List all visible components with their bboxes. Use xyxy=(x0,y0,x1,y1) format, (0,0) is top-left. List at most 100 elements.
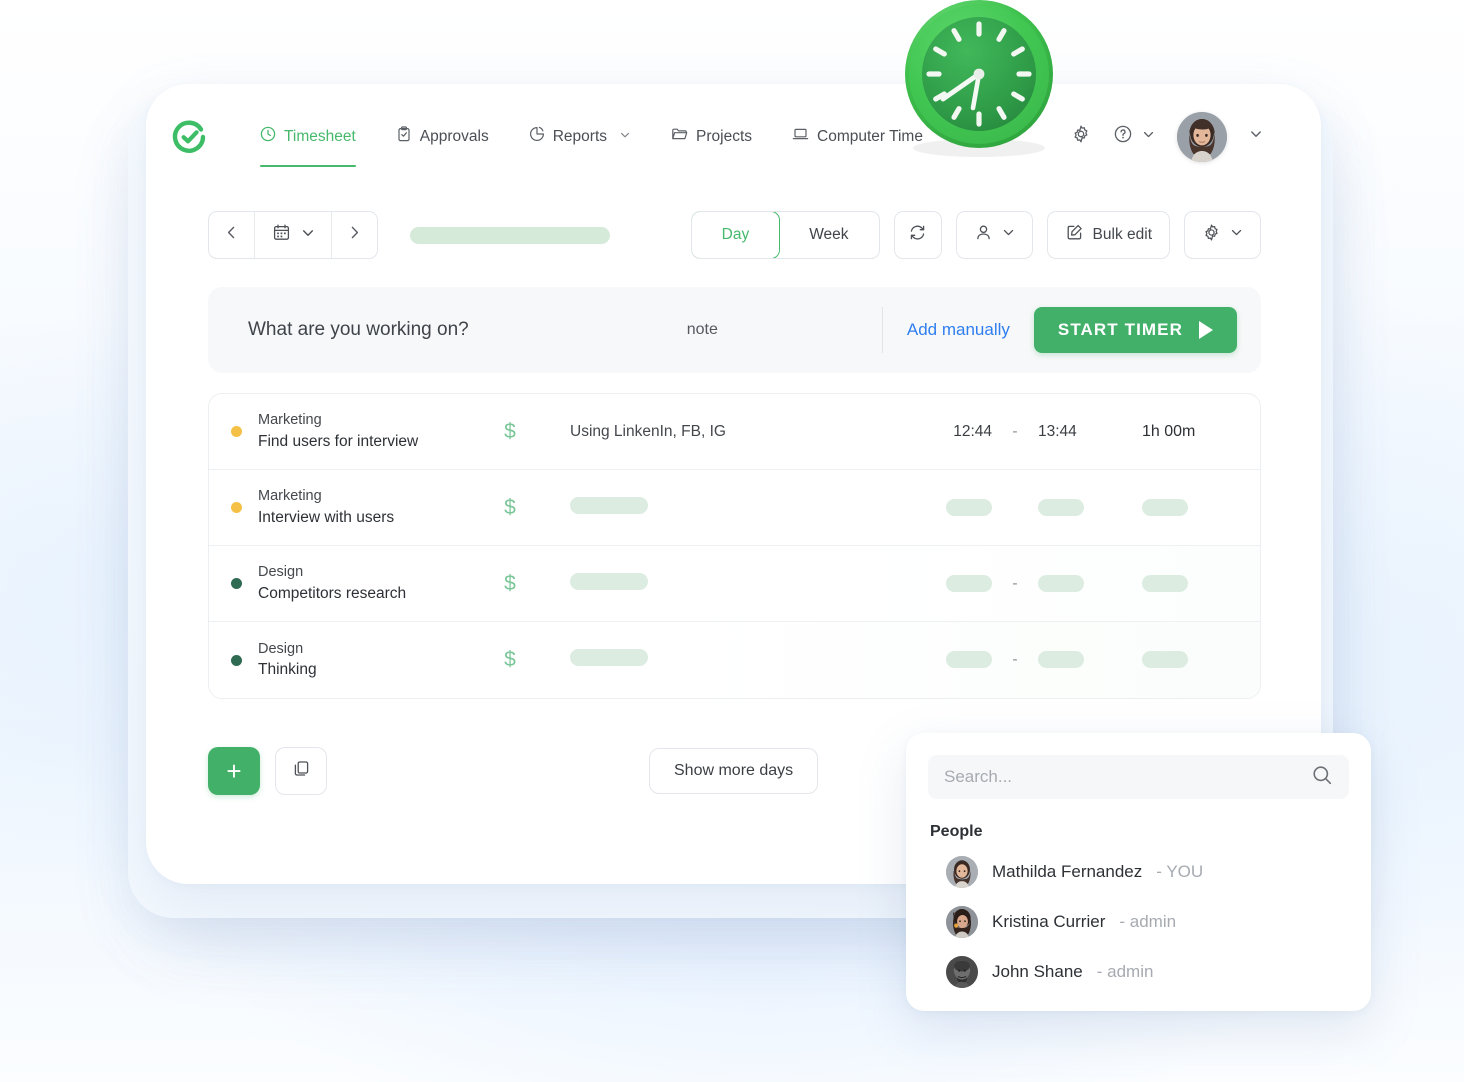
refresh-button[interactable] xyxy=(893,211,942,259)
table-row[interactable]: Design Thinking $ - xyxy=(209,622,1260,698)
bulk-edit-button[interactable]: Bulk edit xyxy=(1046,211,1170,259)
time-dash: - xyxy=(1012,651,1018,668)
table-row[interactable]: Marketing Interview with users $ xyxy=(209,470,1260,546)
nav-label: Reports xyxy=(552,127,608,145)
date-toolbar: Day Week Bulk edit xyxy=(146,211,1321,259)
person-icon xyxy=(974,223,993,247)
search-box[interactable] xyxy=(928,755,1349,799)
person-name: John Shane xyxy=(992,962,1083,981)
help-button[interactable] xyxy=(1113,124,1155,149)
green-wall-clock-icon xyxy=(888,0,1070,158)
task-description-input[interactable]: What are you working on? xyxy=(248,319,469,341)
entry-note-placeholder xyxy=(570,572,900,595)
skeleton-bar xyxy=(1038,574,1084,592)
skeleton-bar xyxy=(1142,651,1188,669)
entry-note-placeholder xyxy=(570,649,900,671)
laptop-icon xyxy=(792,126,809,147)
nav-item-reports[interactable]: Reports xyxy=(509,84,651,189)
show-more-days-button[interactable]: Show more days xyxy=(649,748,819,794)
skeleton-bar xyxy=(946,574,992,592)
project-name: Marketing xyxy=(258,412,322,429)
section-title: People xyxy=(930,823,983,840)
dollar-icon[interactable]: $ xyxy=(488,572,532,596)
skeleton-bar xyxy=(570,572,648,590)
folder-icon xyxy=(671,126,688,147)
chevron-right-icon xyxy=(346,224,363,246)
edit-square-icon xyxy=(1065,223,1084,247)
dollar-icon[interactable]: $ xyxy=(488,648,532,672)
user-filter-button[interactable] xyxy=(955,211,1033,259)
refresh-icon xyxy=(908,223,927,247)
chevron-down-icon xyxy=(1002,226,1015,244)
entry-labels: Marketing Interview with users xyxy=(258,486,488,529)
pie-chart-icon xyxy=(529,126,545,147)
chevron-down-icon xyxy=(619,128,631,146)
list-item[interactable]: Kristina Currier - admin xyxy=(928,897,1349,947)
view-mode-switch: Day Week xyxy=(690,211,880,259)
time-dash: - xyxy=(1012,574,1018,592)
table-row[interactable]: Marketing Find users for interview $ Usi… xyxy=(209,394,1260,470)
nav-item-projects[interactable]: Projects xyxy=(651,84,772,189)
dollar-icon[interactable]: $ xyxy=(488,496,532,520)
duration[interactable]: 1h 00m xyxy=(1110,423,1260,441)
entry-time-range xyxy=(920,498,1260,517)
skeleton-bar xyxy=(570,496,648,514)
start-timer-label: START TIMER xyxy=(1057,320,1183,339)
add-entry-button[interactable]: + xyxy=(208,747,260,795)
search-icon[interactable] xyxy=(1311,764,1333,791)
clipboard-check-icon xyxy=(396,126,412,147)
top-navigation: Timesheet Approvals Reports Projects Com… xyxy=(146,84,1321,189)
copy-icon xyxy=(292,759,311,783)
calendar-icon xyxy=(272,223,291,247)
table-row[interactable]: Design Competitors research $ - xyxy=(209,546,1260,622)
time-dash: - xyxy=(1012,422,1018,440)
start-time[interactable]: 12:44 xyxy=(920,423,992,441)
list-item[interactable]: John Shane - admin xyxy=(928,947,1349,997)
add-manually-link[interactable]: Add manually xyxy=(883,320,1034,340)
entry-time-range: - xyxy=(920,575,1260,593)
duplicate-button[interactable] xyxy=(275,747,327,795)
next-day-button[interactable] xyxy=(332,212,377,258)
person-role: - admin xyxy=(1096,962,1154,981)
date-picker-button[interactable] xyxy=(254,212,332,258)
nav-item-timesheet[interactable]: Timesheet xyxy=(250,84,376,189)
project-color-dot xyxy=(231,578,242,589)
view-day-button[interactable]: Day xyxy=(691,212,781,258)
app-logo[interactable] xyxy=(170,117,210,157)
project-name: Design xyxy=(258,564,304,581)
avatar xyxy=(946,956,978,988)
dollar-icon[interactable]: $ xyxy=(488,420,532,444)
profile-menu[interactable] xyxy=(1177,111,1263,162)
list-item[interactable]: Mathilda Fernandez - YOU xyxy=(928,847,1349,897)
entry-note[interactable]: Using LinkenIn, FB, IG xyxy=(570,423,900,441)
view-week-button[interactable]: Week xyxy=(779,212,878,258)
task-name: Interview with users xyxy=(258,508,395,526)
avatar xyxy=(1177,111,1227,162)
bulk-edit-label: Bulk edit xyxy=(1092,226,1152,243)
search-input[interactable] xyxy=(944,767,1311,787)
person-name: Mathilda Fernandez xyxy=(992,862,1143,881)
skeleton-bar xyxy=(1142,498,1188,516)
settings-button[interactable] xyxy=(1071,124,1091,149)
skeleton-bar xyxy=(1142,574,1188,592)
end-time[interactable]: 13:44 xyxy=(1038,423,1110,441)
time-entries-table: Marketing Find users for interview $ Usi… xyxy=(208,393,1261,699)
clock-icon xyxy=(260,126,276,147)
table-settings-button[interactable] xyxy=(1184,211,1261,259)
task-name: Thinking xyxy=(258,661,317,679)
nav-item-approvals[interactable]: Approvals xyxy=(376,84,509,189)
start-time-placeholder xyxy=(920,574,992,593)
skeleton-bar xyxy=(946,651,992,669)
play-icon xyxy=(1199,321,1213,339)
chevron-down-icon xyxy=(301,226,315,245)
note-input[interactable]: note xyxy=(687,321,718,339)
entry-labels: Design Competitors research xyxy=(258,562,488,605)
entry-labels: Design Thinking xyxy=(258,639,488,682)
prev-day-button[interactable] xyxy=(209,212,254,258)
entry-time-range: 12:44 - 13:44 1h 00m xyxy=(920,423,1260,441)
toolbar-actions: Day Week Bulk edit xyxy=(690,211,1261,259)
start-timer-button[interactable]: START TIMER xyxy=(1033,307,1237,353)
gear-icon xyxy=(1071,124,1091,149)
duration-placeholder xyxy=(1110,574,1260,593)
duration-placeholder xyxy=(1110,651,1260,669)
